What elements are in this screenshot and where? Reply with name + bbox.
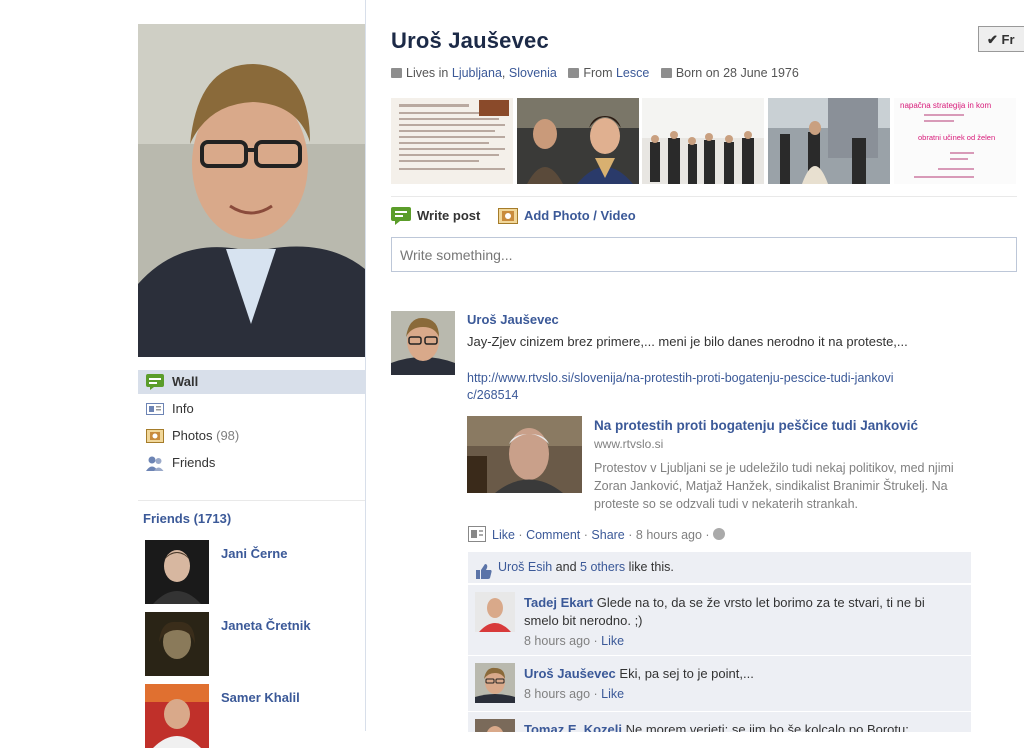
city-link[interactable]: Ljubljana — [452, 66, 502, 80]
friend-name[interactable]: Jani Černe — [221, 546, 287, 561]
comment-item: Tadej Ekart Glede na to, da se že vrsto … — [468, 584, 971, 655]
friend-avatar[interactable] — [145, 612, 209, 676]
friend-item[interactable]: Janeta Čretnik — [145, 612, 365, 676]
friends-icon — [146, 455, 164, 471]
profile-name: Uroš Jauševec — [391, 28, 549, 53]
friend-item[interactable]: Samer Khalil — [145, 684, 365, 748]
check-icon: ✔ — [987, 32, 998, 47]
tab-label: Write post — [417, 208, 481, 223]
sidebar-item-label: Friends — [172, 455, 216, 470]
commenter-avatar[interactable] — [475, 592, 515, 632]
comment-text: Eki, pa sej to je point,... — [619, 666, 754, 681]
commenter-avatar[interactable] — [475, 663, 515, 703]
comment-link[interactable]: Comment — [526, 528, 580, 542]
post-author-name[interactable]: Uroš Jauševec — [467, 312, 559, 327]
photo-thumbnail[interactable] — [642, 98, 764, 184]
friend-button-label: Fr — [1001, 32, 1015, 47]
comment-timestamp[interactable]: 8 hours ago — [524, 634, 590, 648]
friend-name[interactable]: Samer Khalil — [221, 690, 300, 705]
thumbs-up-icon — [476, 560, 492, 579]
calendar-icon — [660, 68, 672, 78]
post-message: Jay-Zjev cinizem brez primere,... meni j… — [467, 334, 908, 349]
profile-info-line: Lives in Ljubljana, Slovenia From Lesce … — [391, 66, 807, 80]
photo-thumbnail[interactable] — [768, 98, 890, 184]
birthday-text: Born on 28 June 1976 — [675, 66, 799, 80]
comment-item: Tomaz E. Kozeli Ne morem verjeti: se jim… — [468, 711, 971, 732]
info-icon — [146, 401, 164, 417]
photo-thumbnail[interactable]: napačna strategija in kom obratni učinek… — [894, 98, 1016, 184]
post-link-url[interactable]: http://www.rtvslo.si/slovenija/na-protes… — [467, 370, 897, 404]
column-divider — [365, 0, 366, 731]
wall-icon — [146, 374, 164, 390]
status-icon — [391, 207, 411, 225]
tab-label: Add Photo / Video — [523, 208, 636, 223]
photos-icon — [146, 428, 164, 444]
photos-count: (98) — [216, 428, 240, 443]
hometown-link[interactable]: Lesce — [616, 66, 649, 80]
svg-text:obratni učinek od želen: obratni učinek od želen — [918, 133, 995, 142]
globe-icon — [713, 528, 726, 540]
comment-author[interactable]: Tadej Ekart — [524, 595, 593, 610]
sidebar-item-wall[interactable]: Wall — [138, 370, 365, 394]
liker-name-link[interactable]: Uroš Esih — [498, 560, 552, 574]
sidebar-item-friends[interactable]: Friends — [138, 451, 365, 475]
comment-item: Uroš Jauševec Eki, pa sej to je point,..… — [468, 655, 971, 711]
share-link[interactable]: Share — [591, 528, 624, 542]
link-preview-image[interactable] — [467, 416, 582, 493]
photo-thumbnail[interactable] — [517, 98, 639, 184]
like-link[interactable]: Like — [492, 528, 515, 542]
sidebar-item-label: Wall — [172, 374, 199, 389]
country-link[interactable]: Slovenia — [509, 66, 557, 80]
sidebar-item-photos[interactable]: Photos (98) — [138, 424, 365, 448]
house-icon — [391, 68, 402, 78]
sidebar-item-info[interactable]: Info — [138, 397, 365, 421]
friend-name[interactable]: Janeta Čretnik — [221, 618, 311, 633]
friend-avatar[interactable] — [145, 540, 209, 604]
comment-like-link[interactable]: Like — [601, 634, 624, 648]
map-pin-icon — [568, 68, 580, 78]
likes-summary: Uroš Esih and 5 others like this. — [468, 552, 971, 583]
friend-status-button[interactable]: ✔ Fr — [978, 26, 1024, 52]
lives-label: Lives in — [406, 66, 449, 80]
profile-picture[interactable] — [138, 24, 365, 357]
photo-thumbnail[interactable] — [391, 98, 513, 184]
post-actions: Like · Comment · Share · 8 hours ago · — [468, 526, 726, 542]
friend-item[interactable]: Jani Černe — [145, 540, 365, 604]
comment-like-link[interactable]: Like — [601, 687, 624, 701]
tab-add-photo-video[interactable]: Add Photo / Video — [497, 205, 636, 227]
divider — [391, 196, 1017, 197]
write-something-input[interactable] — [391, 237, 1017, 272]
composer-tabs: Write post Add Photo / Video — [391, 205, 650, 227]
thumbnail-text: napačna strategija in kom — [900, 101, 992, 110]
link-preview-description: Protestov v Ljubljani se je udeležilo tu… — [594, 461, 954, 511]
comment-timestamp[interactable]: 8 hours ago — [524, 687, 590, 701]
friend-avatar[interactable] — [145, 684, 209, 748]
others-link[interactable]: 5 others — [580, 560, 625, 574]
link-preview-title[interactable]: Na protestih proti bogatenju peščice tud… — [594, 418, 918, 433]
sidebar-item-label: Info — [172, 401, 194, 416]
post-author-avatar[interactable] — [391, 311, 455, 375]
comment-author[interactable]: Uroš Jauševec — [524, 666, 616, 681]
link-post-icon — [468, 526, 486, 542]
post-timestamp[interactable]: 8 hours ago — [636, 528, 702, 542]
tab-write-post[interactable]: Write post — [391, 205, 480, 227]
sidebar-item-label: Photos — [172, 428, 213, 443]
divider — [138, 500, 365, 501]
photo-video-icon — [497, 207, 518, 225]
friends-heading[interactable]: Friends (1713) — [143, 511, 231, 526]
from-label: From — [583, 66, 613, 80]
commenter-avatar[interactable] — [475, 719, 515, 732]
link-preview-domain: www.rtvslo.si — [594, 437, 664, 451]
